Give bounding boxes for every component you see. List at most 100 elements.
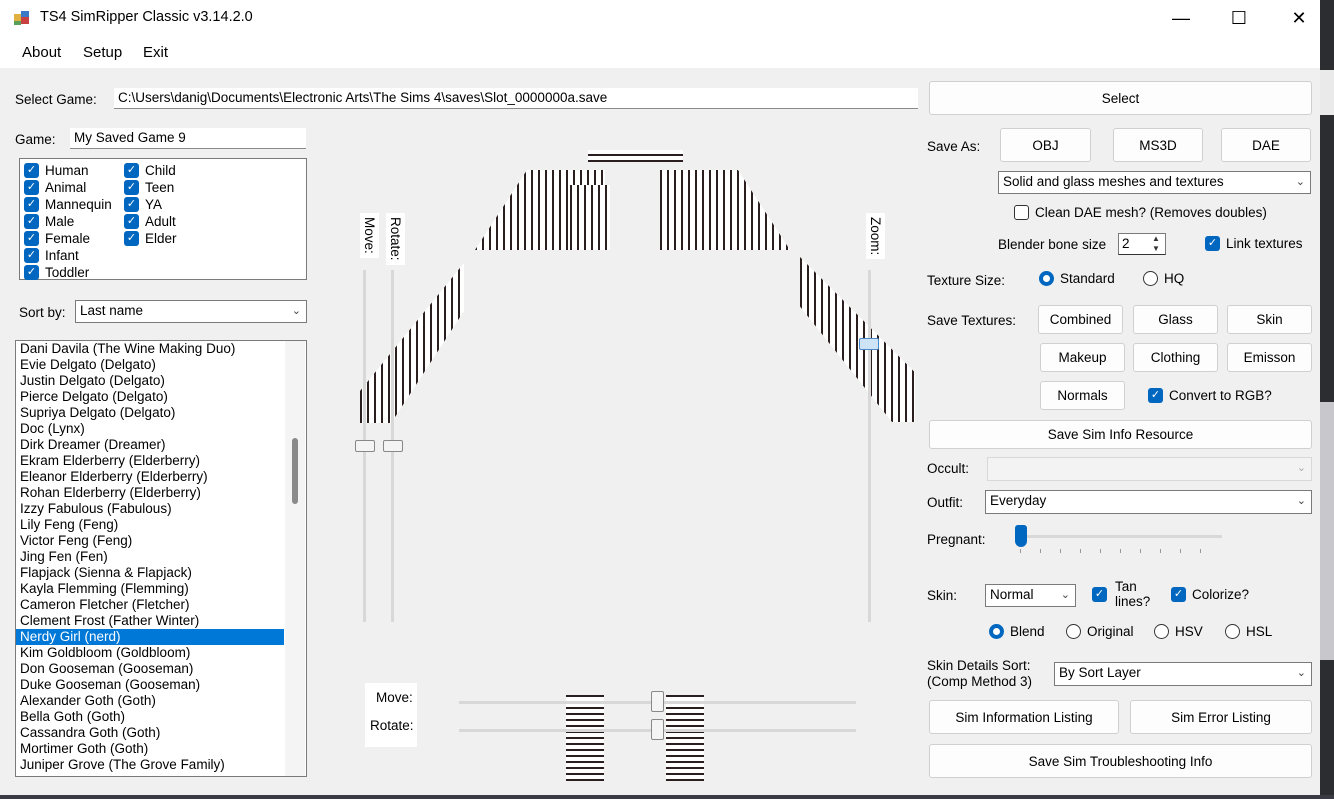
list-item[interactable]: Evie Delgato (Delgato) bbox=[16, 357, 306, 373]
save-as-label: Save As: bbox=[927, 139, 981, 154]
sim-error-listing-button[interactable]: Sim Error Listing bbox=[1130, 700, 1312, 734]
radio-empty-icon bbox=[1066, 624, 1081, 639]
list-item[interactable]: Pierce Delgato (Delgato) bbox=[16, 389, 306, 405]
sim-list[interactable]: Dani Davila (The Wine Making Duo) Evie De… bbox=[15, 340, 307, 777]
list-item[interactable]: Flapjack (Sienna & Flapjack) bbox=[16, 565, 306, 581]
model-viewport[interactable]: Move: Rotate: Zoom: Move: Rotate: bbox=[330, 125, 920, 785]
skin-dropdown[interactable]: Normal ⌄ bbox=[985, 584, 1076, 607]
menu-setup[interactable]: Setup bbox=[83, 44, 122, 61]
filter-label: Male bbox=[45, 214, 75, 229]
list-item[interactable]: Mortimer Goth (Goth) bbox=[16, 741, 306, 757]
clothing-button[interactable]: Clothing bbox=[1133, 343, 1218, 372]
hsv-radio[interactable]: HSV bbox=[1154, 624, 1203, 639]
minimize-button[interactable]: — bbox=[1152, 0, 1210, 36]
list-item[interactable]: Bella Goth (Goth) bbox=[16, 709, 306, 725]
list-item[interactable]: Dirk Dreamer (Dreamer) bbox=[16, 437, 306, 453]
glass-button[interactable]: Glass bbox=[1133, 305, 1218, 334]
texture-standard-radio[interactable]: Standard bbox=[1039, 271, 1115, 286]
dae-button[interactable]: DAE bbox=[1221, 128, 1311, 162]
original-radio[interactable]: Original bbox=[1066, 624, 1134, 639]
list-item[interactable]: Kim Goldbloom (Goldbloom) bbox=[16, 645, 306, 661]
link-textures-checkbox[interactable]: ✓ Link textures bbox=[1205, 236, 1303, 251]
select-button[interactable]: Select bbox=[929, 81, 1312, 115]
hsl-radio[interactable]: HSL bbox=[1225, 624, 1272, 639]
outfit-dropdown[interactable]: Everyday ⌄ bbox=[985, 490, 1312, 514]
filter-female[interactable]: ✓ Female bbox=[24, 230, 112, 247]
list-item[interactable]: Eleanor Elderberry (Elderberry) bbox=[16, 469, 306, 485]
blender-bone-stepper[interactable]: 2 ▲ ▼ bbox=[1118, 233, 1166, 255]
filter-label: YA bbox=[145, 197, 163, 212]
list-item[interactable]: Dani Davila (The Wine Making Duo) bbox=[16, 341, 306, 357]
emisson-button[interactable]: Emisson bbox=[1227, 343, 1312, 372]
skin-details-dropdown[interactable]: By Sort Layer ⌄ bbox=[1054, 662, 1312, 686]
move-vertical-thumb[interactable] bbox=[355, 440, 375, 452]
list-item[interactable]: Cameron Fletcher (Fletcher) bbox=[16, 597, 306, 613]
filter-toddler[interactable]: ✓ Toddler bbox=[24, 264, 112, 281]
sim-list-scroll-thumb[interactable] bbox=[292, 438, 298, 504]
filter-mannequin[interactable]: ✓ Mannequin bbox=[24, 196, 112, 213]
filter-human[interactable]: ✓ Human bbox=[24, 162, 112, 179]
list-item[interactable]: Doc (Lynx) bbox=[16, 421, 306, 437]
obj-button[interactable]: OBJ bbox=[1000, 128, 1091, 162]
list-item[interactable]: Rohan Elderberry (Elderberry) bbox=[16, 485, 306, 501]
list-item[interactable]: Duke Gooseman (Gooseman) bbox=[16, 677, 306, 693]
list-item[interactable]: Juniper Grove (The Grove Family) bbox=[16, 757, 306, 773]
list-item[interactable]: Clement Frost (Father Winter) bbox=[16, 613, 306, 629]
colorize-checkbox[interactable]: ✓ Colorize? bbox=[1171, 587, 1249, 602]
sim-info-listing-button[interactable]: Sim Information Listing bbox=[929, 700, 1119, 734]
pregnant-slider-track[interactable] bbox=[1015, 535, 1222, 538]
skin-texture-button[interactable]: Skin bbox=[1227, 305, 1312, 334]
list-item[interactable]: Justin Delgato (Delgato) bbox=[16, 373, 306, 389]
blend-radio[interactable]: Blend bbox=[989, 624, 1045, 639]
list-item[interactable]: Lily Feng (Feng) bbox=[16, 517, 306, 533]
normals-button[interactable]: Normals bbox=[1040, 381, 1125, 410]
zoom-thumb[interactable] bbox=[859, 338, 879, 350]
list-item[interactable]: Alexander Goth (Goth) bbox=[16, 693, 306, 709]
stepper-up-icon[interactable]: ▲ bbox=[1152, 234, 1160, 244]
list-item[interactable]: Don Gooseman (Gooseman) bbox=[16, 661, 306, 677]
filter-male[interactable]: ✓ Male bbox=[24, 213, 112, 230]
list-item[interactable]: Victor Feng (Feng) bbox=[16, 533, 306, 549]
list-item[interactable]: Cassandra Goth (Goth) bbox=[16, 725, 306, 741]
game-path-field[interactable]: C:\Users\danig\Documents\Electronic Arts… bbox=[114, 88, 918, 109]
rotate-vertical-thumb[interactable] bbox=[383, 440, 403, 452]
menu-about[interactable]: About bbox=[22, 44, 61, 61]
list-item[interactable]: Izzy Fabulous (Fabulous) bbox=[16, 501, 306, 517]
pregnant-slider-thumb[interactable] bbox=[1015, 525, 1027, 547]
filter-adult[interactable]: ✓ Adult bbox=[124, 213, 177, 230]
check-icon: ✓ bbox=[124, 214, 139, 229]
filter-infant[interactable]: ✓ Infant bbox=[24, 247, 112, 264]
sim-list-scrollbar[interactable] bbox=[285, 341, 305, 776]
zoom-track[interactable] bbox=[868, 270, 871, 622]
occult-dropdown[interactable]: ⌄ bbox=[987, 457, 1312, 481]
list-item[interactable]: Jing Fen (Fen) bbox=[16, 549, 306, 565]
texture-hq-radio[interactable]: HQ bbox=[1143, 271, 1184, 286]
filter-animal[interactable]: ✓ Animal bbox=[24, 179, 112, 196]
rotate-horizontal-thumb[interactable] bbox=[651, 719, 664, 740]
maximize-button[interactable]: ☐ bbox=[1210, 0, 1268, 36]
list-item[interactable]: Kayla Flemming (Flemming) bbox=[16, 581, 306, 597]
menu-exit[interactable]: Exit bbox=[143, 44, 168, 61]
save-sim-info-button[interactable]: Save Sim Info Resource bbox=[929, 420, 1312, 449]
filter-ya[interactable]: ✓ YA bbox=[124, 196, 177, 213]
stepper-down-icon[interactable]: ▼ bbox=[1152, 244, 1160, 254]
combined-button[interactable]: Combined bbox=[1038, 305, 1123, 334]
tan-lines-checkbox[interactable]: ✓ Tan lines? bbox=[1092, 579, 1150, 609]
save-troubleshooting-button[interactable]: Save Sim Troubleshooting Info bbox=[929, 744, 1312, 778]
filter-teen[interactable]: ✓ Teen bbox=[124, 179, 177, 196]
clean-dae-checkbox[interactable]: Clean DAE mesh? (Removes doubles) bbox=[1014, 205, 1267, 220]
mesh-option-dropdown[interactable]: Solid and glass meshes and textures ⌄ bbox=[998, 171, 1311, 194]
game-name-field[interactable]: My Saved Game 9 bbox=[70, 128, 306, 149]
list-item[interactable]: Supriya Delgato (Delgato) bbox=[16, 405, 306, 421]
list-item[interactable]: Nerdy Girl (nerd) bbox=[16, 629, 284, 645]
makeup-button[interactable]: Makeup bbox=[1040, 343, 1125, 372]
list-item[interactable]: Ekram Elderberry (Elderberry) bbox=[16, 453, 306, 469]
filter-child[interactable]: ✓ Child bbox=[124, 162, 177, 179]
filter-elder[interactable]: ✓ Elder bbox=[124, 230, 177, 247]
close-button[interactable]: ✕ bbox=[1270, 0, 1328, 36]
ms3d-button[interactable]: MS3D bbox=[1113, 128, 1203, 162]
convert-rgb-checkbox[interactable]: ✓ Convert to RGB? bbox=[1148, 388, 1272, 403]
move-horizontal-thumb[interactable] bbox=[651, 691, 664, 712]
sort-dropdown[interactable]: Last name ⌄ bbox=[75, 300, 307, 323]
hsl-label: HSL bbox=[1246, 624, 1273, 639]
